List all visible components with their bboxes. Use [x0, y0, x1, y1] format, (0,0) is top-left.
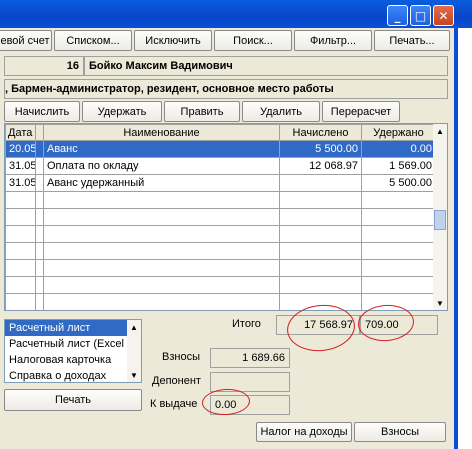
minimize-button[interactable]: _	[387, 5, 408, 26]
empty-row	[5, 259, 436, 277]
recalculate-button[interactable]: Перерасчет	[322, 101, 400, 122]
row-date: 31.05	[5, 157, 36, 175]
empty-row	[5, 276, 436, 294]
row-withheld: 1 569.00	[361, 157, 436, 175]
row-charged: 5 500.00	[279, 140, 362, 158]
list-button[interactable]: Списком...	[54, 30, 132, 51]
column-date[interactable]: Дата	[5, 124, 36, 141]
empty-row	[5, 225, 436, 243]
employee-number: 16	[4, 56, 84, 76]
table-row[interactable]: 20.05 Аванс 5 500.00 0.00	[5, 140, 436, 158]
row-date: 20.05	[5, 140, 36, 158]
row-date: 31.05	[5, 174, 36, 192]
close-icon: ✕	[438, 8, 449, 23]
minimize-icon: _	[394, 8, 401, 23]
row-withheld: 0.00	[361, 140, 436, 158]
total-label: Итого	[232, 318, 261, 330]
list-scroll-down-icon[interactable]: ▼	[127, 368, 141, 382]
employee-position: , Бармен-администратор, резидент, основн…	[4, 79, 448, 99]
print-toolbar-button[interactable]: Печать...	[374, 30, 450, 51]
employee-name: Бойко Максим Вадимович	[84, 56, 448, 76]
scroll-up-icon[interactable]: ▲	[433, 124, 447, 138]
list-item[interactable]: Справка о доходах	[5, 368, 141, 382]
contributions-value: 1 689.66	[210, 348, 290, 368]
list-item[interactable]: Налоговая карточка	[5, 352, 141, 368]
deponent-label: Депонент	[152, 375, 201, 387]
row-charged: 12 068.97	[279, 157, 362, 175]
column-charged[interactable]: Начислено	[279, 124, 362, 141]
exclude-button[interactable]: Исключить	[134, 30, 212, 51]
table-scrollbar[interactable]: ▲ ▼	[433, 124, 447, 310]
maximize-icon: □	[414, 8, 427, 23]
payout-label: К выдаче	[150, 398, 198, 410]
payroll-window: евой счет Списком... Исключить Поиск... …	[0, 28, 458, 449]
list-item[interactable]: Расчетный лист (Excel	[5, 336, 141, 352]
row-charged	[279, 174, 362, 192]
search-button[interactable]: Поиск...	[214, 30, 292, 51]
list-scroll-up-icon[interactable]: ▲	[127, 320, 141, 334]
print-button[interactable]: Печать	[4, 389, 142, 411]
window-titlebar: _ □ ✕	[0, 0, 472, 28]
income-tax-button[interactable]: Налог на доходы	[256, 422, 352, 442]
table-header: Дата Наименование Начислено Удержано	[5, 124, 436, 141]
reports-list[interactable]: Расчетный лист Расчетный лист (Excel Нал…	[4, 319, 142, 383]
accrue-button[interactable]: Начислить	[4, 101, 80, 122]
column-marker	[35, 124, 44, 141]
table-row[interactable]: 31.05 Оплата по окладу 12 068.97 1 569.0…	[5, 157, 436, 175]
withhold-button[interactable]: Удержать	[82, 101, 162, 122]
list-item[interactable]: Расчетный лист	[5, 320, 141, 336]
empty-row	[5, 191, 436, 209]
contributions-label: Взносы	[162, 351, 200, 363]
edit-button[interactable]: Править	[164, 101, 240, 122]
scroll-down-icon[interactable]: ▼	[433, 296, 447, 310]
accruals-table[interactable]: Дата Наименование Начислено Удержано 20.…	[4, 123, 448, 311]
contributions-button[interactable]: Взносы	[354, 422, 446, 442]
row-name: Аванс	[43, 140, 280, 158]
table-row[interactable]: 31.05 Аванс удержанный 5 500.00	[5, 174, 436, 192]
row-name: Оплата по окладу	[43, 157, 280, 175]
close-button[interactable]: ✕	[433, 5, 454, 26]
column-withheld[interactable]: Удержано	[361, 124, 436, 141]
delete-button[interactable]: Удалить	[242, 101, 320, 122]
maximize-button[interactable]: □	[410, 5, 431, 26]
scroll-thumb[interactable]	[434, 210, 446, 230]
empty-row	[5, 242, 436, 260]
filter-button[interactable]: Фильтр...	[294, 30, 372, 51]
row-withheld: 5 500.00	[361, 174, 436, 192]
row-name: Аванс удержанный	[43, 174, 280, 192]
list-scrollbar[interactable]: ▲ ▼	[127, 320, 141, 382]
empty-row	[5, 208, 436, 226]
personal-account-button[interactable]: евой счет	[0, 30, 52, 51]
column-name[interactable]: Наименование	[43, 124, 280, 141]
